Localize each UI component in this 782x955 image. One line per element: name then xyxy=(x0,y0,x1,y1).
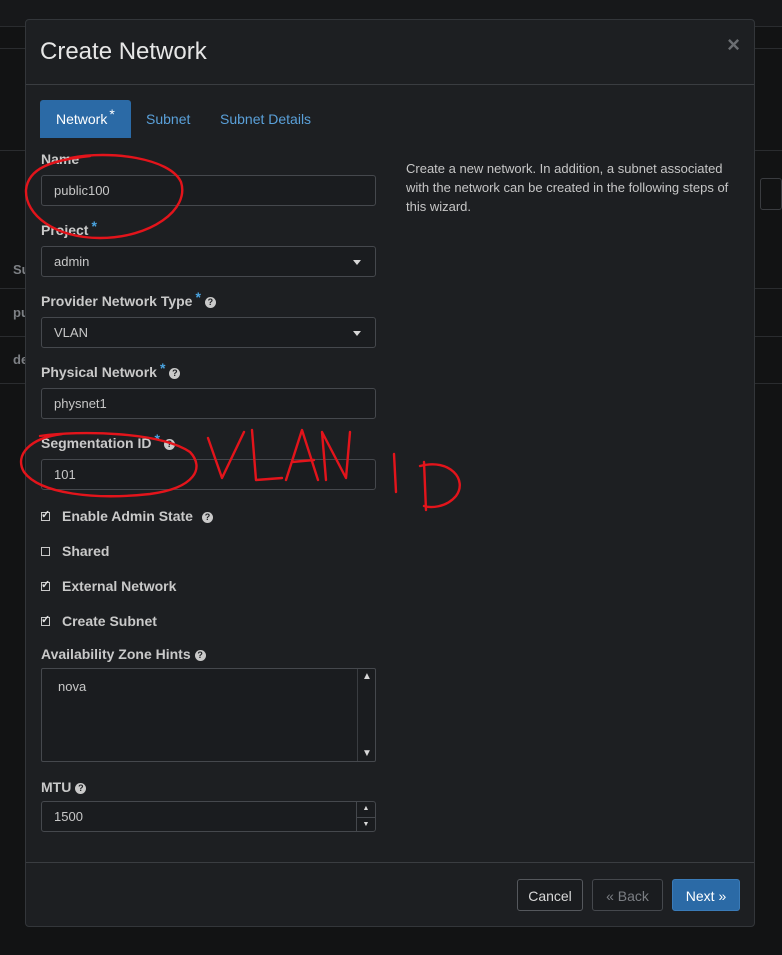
checkbox-unchecked-icon[interactable] xyxy=(41,547,50,556)
checkbox-label: Create Subnet xyxy=(62,613,157,629)
external-network-checkbox[interactable]: External Network xyxy=(41,578,176,594)
required-marker: * xyxy=(195,289,201,305)
segmentation-id-label-text: Segmentation ID xyxy=(41,435,152,451)
project-select[interactable]: admin xyxy=(41,246,376,277)
segmentation-id-input[interactable]: 101 xyxy=(41,459,376,490)
tab-label: Network xyxy=(56,111,108,127)
physical-network-input[interactable]: physnet1 xyxy=(41,388,376,419)
required-marker: * xyxy=(91,218,97,234)
name-input[interactable]: public100 xyxy=(41,175,376,206)
required-marker: * xyxy=(109,106,115,122)
provider-network-type-value: VLAN xyxy=(54,325,88,340)
help-icon[interactable]: ? xyxy=(163,439,175,450)
bg-control xyxy=(760,178,782,210)
checkbox-checked-icon[interactable] xyxy=(41,613,50,626)
help-icon[interactable]: ? xyxy=(75,783,87,794)
provider-network-type-label-text: Provider Network Type xyxy=(41,293,193,309)
mtu-input[interactable]: 1500 ▲ ▼ xyxy=(41,801,376,832)
next-button[interactable]: Next » xyxy=(672,879,740,911)
required-marker: * xyxy=(154,431,160,447)
tab-subnet-details[interactable]: Subnet Details xyxy=(220,100,311,138)
caret-down-icon xyxy=(353,260,361,265)
project-label: Project * xyxy=(41,218,97,238)
chevron-down-icon[interactable]: ▼ xyxy=(362,748,372,759)
list-item[interactable]: nova xyxy=(58,679,86,694)
caret-down-icon xyxy=(353,331,361,336)
checkbox-checked-icon[interactable] xyxy=(41,578,50,591)
checkbox-label: External Network xyxy=(62,578,177,594)
help-icon[interactable]: ? xyxy=(201,512,213,523)
physical-network-label-text: Physical Network xyxy=(41,364,157,380)
availability-zone-hints-label: Availability Zone Hints? xyxy=(41,646,206,662)
back-button[interactable]: « Back xyxy=(592,879,663,911)
enable-admin-state-checkbox[interactable]: Enable Admin State? xyxy=(41,508,213,524)
mtu-value: 1500 xyxy=(54,809,83,824)
segmentation-id-label: Segmentation ID *? xyxy=(41,431,175,451)
create-network-modal: Create Network × Network * Subnet Subnet … xyxy=(25,19,755,927)
physical-network-label: Physical Network *? xyxy=(41,360,181,380)
project-label-text: Project xyxy=(41,222,89,238)
provider-network-type-select[interactable]: VLAN xyxy=(41,317,376,348)
checkbox-label: Enable Admin State xyxy=(62,508,193,524)
help-icon[interactable]: ? xyxy=(194,650,206,661)
number-stepper[interactable]: ▲ ▼ xyxy=(356,802,375,831)
help-icon[interactable]: ? xyxy=(169,368,181,379)
cancel-button[interactable]: Cancel xyxy=(517,879,583,911)
availability-zone-hints-list[interactable]: nova ▲ ▼ xyxy=(41,668,376,762)
chevron-up-icon[interactable]: ▲ xyxy=(362,671,372,682)
mtu-label-text: MTU xyxy=(41,779,72,795)
project-select-value: admin xyxy=(54,254,90,269)
availability-zone-hints-label-text: Availability Zone Hints xyxy=(41,646,191,662)
modal-header: Create Network × xyxy=(26,20,754,85)
help-icon[interactable]: ? xyxy=(204,297,216,308)
modal-title: Create Network xyxy=(40,38,207,65)
name-label: Name xyxy=(41,151,79,167)
name-label-text: Name xyxy=(41,151,80,167)
create-subnet-checkbox[interactable]: Create Subnet xyxy=(41,613,157,629)
modal-footer: Cancel « Back Next » xyxy=(26,862,754,928)
tab-network[interactable]: Network * xyxy=(40,100,131,138)
tab-subnet[interactable]: Subnet xyxy=(146,100,190,138)
close-icon[interactable]: × xyxy=(727,32,740,58)
mtu-label: MTU? xyxy=(41,779,87,795)
checkbox-checked-icon[interactable] xyxy=(41,508,50,521)
increment-icon[interactable]: ▲ xyxy=(357,802,375,816)
scrollbar[interactable]: ▲ ▼ xyxy=(357,669,375,761)
required-marker: * xyxy=(159,360,166,376)
checkbox-label: Shared xyxy=(62,543,110,559)
wizard-description: Create a new network. In addition, a sub… xyxy=(406,161,729,214)
decrement-icon[interactable]: ▼ xyxy=(357,817,375,832)
provider-network-type-label: Provider Network Type *? xyxy=(41,289,216,309)
shared-checkbox[interactable]: Shared xyxy=(41,543,109,559)
